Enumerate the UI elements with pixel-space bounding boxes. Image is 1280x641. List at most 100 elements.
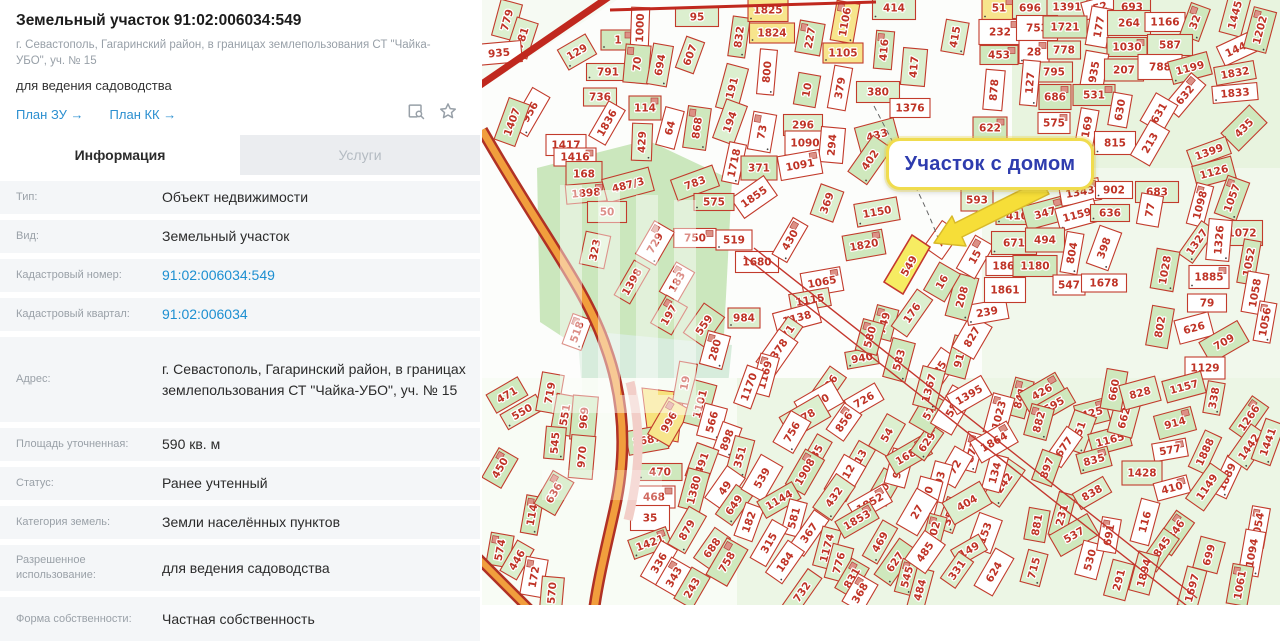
map-parcel-575[interactable]: 575 bbox=[694, 194, 734, 211]
map-parcel-114[interactable]: 114 bbox=[629, 96, 661, 120]
parcel-number-label: 453 bbox=[988, 50, 1010, 62]
row-value: Ранее учтенный bbox=[162, 473, 480, 494]
map-parcel-636[interactable]: 636 bbox=[1091, 205, 1130, 222]
map-parcel-1428[interactable]: 1428 bbox=[1122, 461, 1162, 485]
plan-kk-link[interactable]: План КК → bbox=[110, 107, 177, 122]
map-parcel-800[interactable]: 800 bbox=[757, 49, 778, 95]
map-parcel-294[interactable]: 294 bbox=[819, 127, 846, 164]
star-icon[interactable] bbox=[438, 101, 458, 121]
map-parcel-415[interactable]: 415 bbox=[941, 19, 969, 55]
map-parcel-686[interactable]: 686 bbox=[1039, 85, 1071, 110]
map-parcel-545[interactable]: 545 bbox=[544, 426, 567, 460]
parcel-number-label: 575 bbox=[1043, 118, 1065, 130]
parcel-number-label: 671 bbox=[1003, 238, 1025, 250]
map-parcel-587[interactable]: 587 bbox=[1148, 35, 1193, 56]
map-parcel-264[interactable]: 264 bbox=[1108, 11, 1151, 36]
tab-information[interactable]: Информация bbox=[0, 135, 240, 175]
map-parcel-815[interactable]: 815 bbox=[1095, 132, 1136, 155]
map-parcel-778[interactable]: 778 bbox=[1048, 41, 1081, 59]
parcel-number-label: 296 bbox=[792, 120, 814, 132]
map-parcel-95[interactable]: 95 bbox=[676, 8, 719, 27]
row-label: Площадь уточненная: bbox=[0, 437, 162, 452]
parcel-number-label: 815 bbox=[1104, 138, 1126, 150]
map-parcel-417[interactable]: 417 bbox=[900, 48, 927, 87]
parcel-number-label: 51 bbox=[992, 3, 1007, 15]
map-parcel-902[interactable]: 902 bbox=[1096, 182, 1133, 199]
object-usage-text: для ведения садоводства bbox=[16, 78, 464, 93]
panel-tabs: Информация Услуги bbox=[0, 135, 480, 175]
parcel-number-label: 1885 bbox=[1194, 272, 1223, 284]
map-parcel-878[interactable]: 878 bbox=[983, 69, 1005, 111]
map-parcel-1861[interactable]: 1861 bbox=[985, 278, 1026, 303]
parcel-number-label: 935 bbox=[488, 47, 511, 61]
map-parcel-622[interactable]: 622 bbox=[973, 117, 1007, 139]
row-value[interactable]: 91:02:006034 bbox=[162, 304, 480, 325]
map-parcel-429[interactable]: 429 bbox=[631, 123, 652, 161]
map-parcel-1824[interactable]: 1824 bbox=[750, 23, 795, 43]
map-parcel-1326[interactable]: 1326 bbox=[1206, 219, 1232, 262]
map-parcel-51[interactable]: 51 bbox=[982, 0, 1016, 20]
parcel-number-label: 414 bbox=[883, 3, 905, 15]
parcel-number-label: 531 bbox=[1083, 90, 1105, 102]
map-parcel-77[interactable]: 77 bbox=[1136, 193, 1163, 227]
row-label: Статус: bbox=[0, 476, 162, 491]
parcel-number-label: 1326 bbox=[1212, 225, 1227, 255]
parcel-number-label: 1391 bbox=[1052, 2, 1081, 14]
info-row: Категория земель:Земли населённых пункто… bbox=[0, 506, 480, 539]
parcel-number-label: 70 bbox=[631, 56, 644, 72]
map-parcel-1885[interactable]: 1885 bbox=[1189, 266, 1229, 289]
map-parcel-414[interactable]: 414 bbox=[873, 0, 916, 20]
map-parcel-1833[interactable]: 1833 bbox=[1212, 83, 1258, 104]
map-parcel-1825[interactable]: 1825 bbox=[748, 0, 788, 22]
parcel-number-label: 736 bbox=[589, 92, 611, 104]
map-parcel-1376[interactable]: 1376 bbox=[890, 99, 930, 118]
map-parcel-570[interactable]: 570 bbox=[540, 576, 565, 605]
plan-zu-link[interactable]: План ЗУ → bbox=[16, 107, 84, 122]
row-value: Земли населённых пунктов bbox=[162, 512, 480, 533]
parcel-number-label: 1030 bbox=[1112, 42, 1141, 54]
parcel-number-label: 28 bbox=[1027, 47, 1042, 59]
map-parcel-547[interactable]: 547 bbox=[1053, 275, 1085, 295]
map-parcel-1721[interactable]: 1721 bbox=[1043, 16, 1087, 38]
map-parcel-127[interactable]: 127 bbox=[1020, 60, 1041, 106]
map-parcel-79[interactable]: 79 bbox=[1188, 294, 1227, 312]
parcel-number-label: 1824 bbox=[757, 28, 786, 40]
map-parcel-227[interactable]: 227 bbox=[795, 20, 825, 56]
info-row: Кадастровый квартал:91:02:006034 bbox=[0, 298, 480, 331]
map-parcel-575[interactable]: 575 bbox=[1038, 113, 1070, 134]
map-parcel-35[interactable]: 35 bbox=[631, 506, 670, 531]
map-parcel-70[interactable]: 70 bbox=[623, 44, 651, 84]
parcel-number-label: 1 bbox=[614, 35, 621, 47]
map-parcel-494[interactable]: 494 bbox=[1026, 228, 1065, 252]
map-parcel-1180[interactable]: 1180 bbox=[1013, 256, 1057, 277]
map-parcel-519[interactable]: 519 bbox=[716, 230, 752, 250]
map-parcel-416[interactable]: 416 bbox=[873, 30, 894, 69]
row-value: Земельный участок bbox=[162, 226, 480, 247]
map-parcel-10[interactable]: 10 bbox=[793, 72, 820, 107]
map-parcel-1000[interactable]: 1000 bbox=[630, 7, 649, 49]
map-parcel-1678[interactable]: 1678 bbox=[1082, 274, 1127, 292]
row-label: Кадастровый квартал: bbox=[0, 307, 162, 322]
map-parcel-232[interactable]: 232 bbox=[979, 20, 1021, 45]
building-footprint bbox=[1105, 87, 1112, 93]
document-search-icon[interactable] bbox=[406, 101, 426, 121]
parcel-number-label: 168 bbox=[573, 169, 595, 181]
cadastral-map[interactable]: 7797819351297911100070694956078321919561… bbox=[482, 0, 1280, 605]
tab-services[interactable]: Услуги bbox=[240, 135, 480, 175]
map-parcel-453[interactable]: 453 bbox=[980, 46, 1018, 65]
parcel-number-label: 800 bbox=[761, 61, 775, 84]
map-parcel-795[interactable]: 795 bbox=[1036, 62, 1073, 82]
parcel-number-label: 371 bbox=[748, 163, 770, 175]
map-parcel-1105[interactable]: 1105 bbox=[823, 43, 863, 63]
map-parcel-1030[interactable]: 1030 bbox=[1107, 38, 1147, 57]
row-value[interactable]: 91:02:006034:549 bbox=[162, 265, 480, 286]
map-parcel-531[interactable]: 531 bbox=[1073, 85, 1115, 106]
map-parcel-984[interactable]: 984 bbox=[728, 308, 760, 328]
map-parcel-1166[interactable]: 1166 bbox=[1145, 13, 1185, 32]
info-row: Вид:Земельный участок bbox=[0, 220, 480, 253]
info-rows: Тип:Объект недвижимостиВид:Земельный уча… bbox=[0, 181, 480, 641]
parcel-number-label: 1105 bbox=[828, 48, 857, 60]
parcel-number-label: 77 bbox=[1143, 202, 1157, 218]
info-panel: Земельный участок 91:02:006034:549 г. Се… bbox=[0, 0, 480, 605]
map-parcel-371[interactable]: 371 bbox=[741, 156, 777, 180]
